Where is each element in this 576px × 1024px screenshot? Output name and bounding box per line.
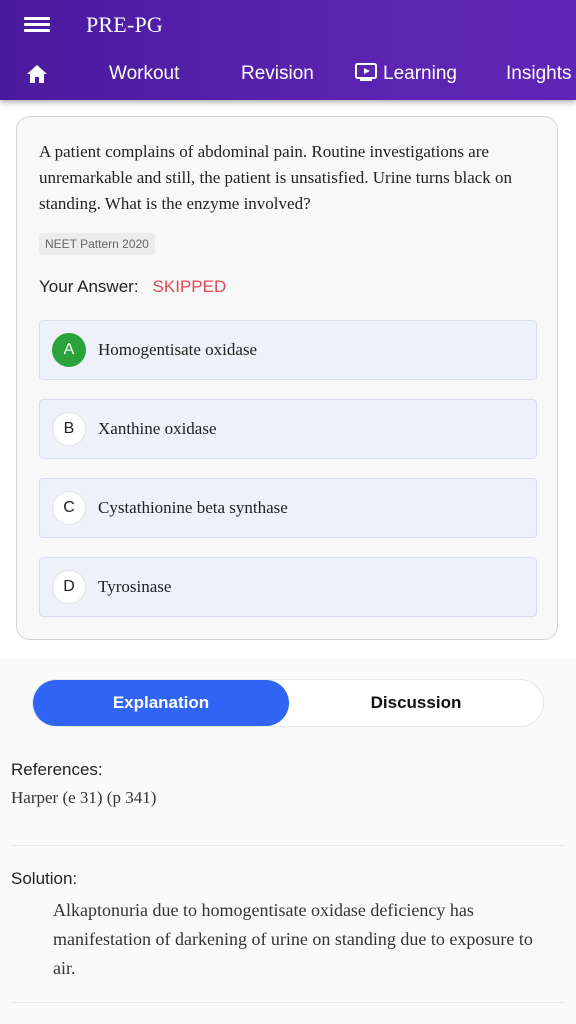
answer-status: SKIPPED [152,277,227,296]
option-letter: A [52,333,86,367]
nav-item-revision[interactable]: Revision [241,52,314,96]
tab-explanation[interactable]: Explanation [33,680,289,726]
app-header: PRE-PG Workout Revision Learning Insight… [0,0,576,100]
nav-item-workout[interactable]: Workout [109,52,179,96]
tab-switcher: Explanation Discussion [32,679,544,727]
option-letter: D [52,570,86,604]
option-a[interactable]: A Homogentisate oxidase [39,320,537,380]
references-text: Harper (e 31) (p 341) [11,788,157,807]
option-c[interactable]: C Cystathionine beta synthase [39,478,537,538]
nav-item-insights[interactable]: Insights [506,52,571,96]
question-text: A patient complains of abdominal pain. R… [39,142,513,213]
video-play-icon [355,63,377,82]
divider [11,845,565,846]
your-answer: Your Answer: SKIPPED [39,277,226,297]
option-b[interactable]: B Xanthine oxidase [39,399,537,459]
divider [11,1002,565,1003]
tab-discussion[interactable]: Discussion [289,680,543,726]
app-title: PRE-PG [86,12,163,37]
option-text: Tyrosinase [98,577,172,596]
your-answer-label: Your Answer: [39,277,139,296]
option-letter: C [52,491,86,525]
question-card: A patient complains of abdominal pain. R… [16,116,558,640]
solution-label: Solution: [11,869,78,888]
option-text: Xanthine oxidase [98,419,217,438]
explanation-panel: Explanation Discussion References: Harpe… [0,658,576,1024]
nav-item-learning-label: Learning [383,63,457,84]
solution-text: Alkaptonuria due to homogentisate oxidas… [53,900,533,978]
nav-item-learning[interactable]: Learning [355,52,457,96]
option-d[interactable]: D Tyrosinase [39,557,537,617]
nav-bar: Workout Revision Learning Insights [0,52,576,96]
option-text: Homogentisate oxidase [98,340,258,359]
option-letter: B [52,412,86,446]
home-icon[interactable] [26,64,48,84]
option-text: Cystathionine beta synthase [98,498,288,517]
menu-icon[interactable] [24,15,50,37]
references-label: References: [11,760,103,779]
pattern-tag: NEET Pattern 2020 [39,233,155,255]
